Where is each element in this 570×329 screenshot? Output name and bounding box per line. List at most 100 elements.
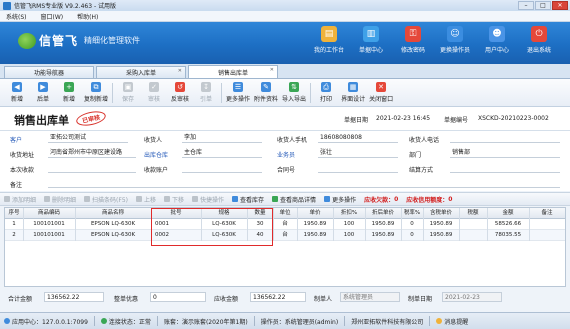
cell-code[interactable]: 100101001 [23,230,75,241]
tab-close-icon[interactable]: ✕ [270,67,274,73]
delete-row-button[interactable]: 删除明细 [44,195,76,204]
view-detail-button[interactable]: 查看商品详情 [272,195,316,204]
toolbar-label: 附件资料 [254,96,279,103]
ui-design-button[interactable]: ▦ 界面设计 [339,82,367,103]
cell-amount[interactable]: 58526.66 [487,219,529,230]
account-field[interactable] [182,163,262,173]
menu-window[interactable]: 窗口(W) [41,12,64,21]
new-button[interactable]: ◀ 新增 [4,82,30,103]
clerk-field[interactable]: 张壮 [318,148,398,158]
move-down-button[interactable]: 下移 [164,195,184,204]
warehouse-field[interactable]: 主仓库 [182,148,262,158]
col-header[interactable]: 单价 [297,208,333,219]
cell-tax[interactable] [459,230,487,241]
cell-remark[interactable] [529,219,565,230]
message-button[interactable]: 消息提醒 [436,317,468,326]
nav-switch-user-button[interactable]: ☺ 更换操作员 [438,26,472,54]
copy-new-button[interactable]: ⧉ 复制新增 [82,82,110,103]
settle-field[interactable] [450,163,560,173]
import-export-button[interactable]: ⇅ 导入导出 [280,82,308,103]
address-field[interactable]: 河南省郑州市中原区建设路 [48,148,136,158]
clerk-label[interactable]: 业务员 [277,150,295,159]
close-icon[interactable]: ✕ [552,1,568,10]
customer-label[interactable]: 客户 [10,135,22,144]
total-field: 136562.22 [44,292,104,302]
col-header[interactable]: 含税单价 [423,208,459,219]
cell-tax-price[interactable]: 1950.89 [423,219,459,230]
design-icon: ▦ [348,82,359,92]
add-button[interactable]: + 新增 [56,82,82,103]
cell-code[interactable]: 100101001 [23,219,75,230]
collect-field[interactable] [48,163,136,173]
receiver-phone-field[interactable]: 18608080808 [318,133,398,143]
minimize-icon[interactable]: – [518,1,534,10]
nav-documents-button[interactable]: ▥ 单据中心 [354,26,388,54]
remark-field[interactable] [48,178,560,188]
cell-name[interactable]: EPSON LQ-630K [75,219,151,230]
col-header[interactable]: 备注 [529,208,565,219]
unapprove-button[interactable]: ↺ 反审核 [167,82,193,103]
import-export-icon: ⇅ [289,82,300,92]
receiver-field[interactable]: 李加 [182,133,262,143]
detail-grid: 序号 商品编码 商品名称 批号 规格 数量 单位 单价 折扣% 折后单价 税率%… [4,207,566,287]
view-stock-button[interactable]: 查看库存 [232,195,264,204]
cell-unit[interactable]: 台 [273,230,297,241]
col-header[interactable]: 商品编码 [23,208,75,219]
col-header[interactable]: 单位 [273,208,297,219]
customer-field[interactable]: 亚拓公司测试 [48,133,128,143]
approve-button[interactable]: ✓ 审核 [141,82,167,103]
close-window-button[interactable]: ✕ 关闭窗口 [367,82,395,103]
tab-sales-out[interactable]: 销售出库单 ✕ [188,65,278,78]
dept-field[interactable]: 销售部 [450,148,560,158]
table-row[interactable]: 2 100101001 EPSON LQ-630K 0002 LQ-630K 4… [5,230,565,241]
menu-help[interactable]: 帮助(H) [77,12,98,21]
attachment-button[interactable]: ✎ 附件资料 [252,82,280,103]
col-header[interactable]: 折扣% [333,208,365,219]
cell-disc-price[interactable]: 1950.89 [365,219,401,230]
cell-discount[interactable]: 100 [333,219,365,230]
cell-unit[interactable]: 台 [273,219,297,230]
col-header[interactable]: 折后单价 [365,208,401,219]
col-header[interactable]: 税率% [401,208,423,219]
quick-action-button[interactable]: 快捷操作 [192,195,224,204]
nav-workbench-button[interactable]: ▤ 我的工作台 [312,26,346,54]
cell-disc-price[interactable]: 1950.89 [365,230,401,241]
tab-purchase-in[interactable]: 采购入库单 ✕ [96,66,186,78]
cell-tax-price[interactable]: 1950.89 [423,230,459,241]
table-row[interactable]: 1 100101001 EPSON LQ-630K 0001 LQ-630K 3… [5,219,565,230]
tab-close-icon[interactable]: ✕ [178,68,182,74]
print-button[interactable]: ⎙ 打印 [313,82,339,103]
scan-barcode-button[interactable]: 扫描条码(F5) [84,195,128,204]
maximize-icon[interactable]: □ [535,1,551,10]
cell-tax[interactable] [459,219,487,230]
tab-nav[interactable]: 功能导航器 [4,66,94,78]
nav-password-button[interactable]: ⚿ 修改密码 [396,26,430,54]
next-button[interactable]: ▶ 后单 [30,82,56,103]
warehouse-label[interactable]: 出库仓库 [144,150,168,159]
nav-exit-button[interactable]: ⏻ 退出系统 [522,26,556,54]
more-actions-button[interactable]: ☰ 更多操作 [224,82,252,103]
grid-more-button[interactable]: 更多操作 [324,195,356,204]
receiver-tel-field[interactable] [450,133,560,143]
cell-remark[interactable] [529,230,565,241]
cell-price[interactable]: 1950.89 [297,230,333,241]
cell-price[interactable]: 1950.89 [297,219,333,230]
add-row-button[interactable]: 添加明细 [4,195,36,204]
cell-tax-rate[interactable]: 0 [401,230,423,241]
col-header[interactable]: 金额 [487,208,529,219]
cell-amount[interactable]: 78035.55 [487,230,529,241]
contract-field[interactable] [318,163,398,173]
title-bar: 信管飞RMS专业版 V9.2.463 - 试用版 – □ ✕ [0,0,570,11]
move-up-button[interactable]: 上移 [135,195,156,204]
discount-field[interactable]: 0 [150,292,206,302]
cell-name[interactable]: EPSON LQ-630K [75,230,151,241]
cell-discount[interactable]: 100 [333,230,365,241]
nav-user-center-button[interactable]: ☻ 用户中心 [480,26,514,54]
col-header[interactable]: 序号 [5,208,23,219]
col-header[interactable]: 税额 [459,208,487,219]
cell-tax-rate[interactable]: 0 [401,219,423,230]
menu-system[interactable]: 系统(S) [6,12,27,21]
save-button[interactable]: ▣ 保存 [115,82,141,103]
col-header[interactable]: 商品名称 [75,208,151,219]
import-order-button[interactable]: ↧ 引单 [193,82,219,103]
